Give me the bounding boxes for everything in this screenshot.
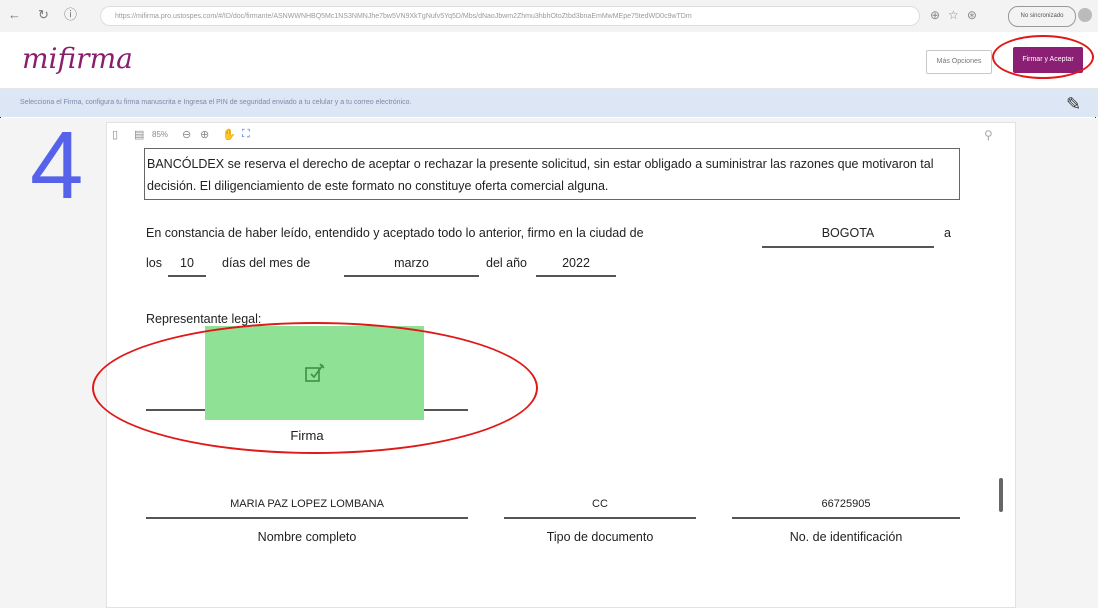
more-options-button[interactable]: Más Opciones bbox=[926, 50, 992, 74]
instructions-bar: Selecciona el Firma, configura tu firma … bbox=[0, 89, 1098, 117]
pen-icon[interactable]: ✎ bbox=[1066, 94, 1081, 115]
zoom-level[interactable]: 85% bbox=[152, 130, 168, 139]
hand-tool-icon[interactable]: ✋ bbox=[222, 128, 236, 141]
full-name-underline bbox=[146, 517, 468, 519]
month-underline bbox=[344, 275, 479, 277]
zoom-out-icon[interactable]: ⊖ bbox=[182, 128, 191, 141]
dias-text: días del mes de bbox=[222, 256, 311, 270]
year-value: 2022 bbox=[562, 256, 590, 270]
rep-legal-label: Representante legal: bbox=[146, 312, 262, 326]
day-value: 10 bbox=[180, 256, 194, 270]
browser-toolbar: ← ↻ ⓘ https://mifirma.pro.ustospes.com/#… bbox=[0, 0, 1098, 33]
doc-type-underline bbox=[504, 517, 696, 519]
a-word: a bbox=[944, 226, 951, 240]
doc-type-value: CC bbox=[592, 498, 608, 510]
month-value: marzo bbox=[394, 256, 429, 270]
constancia-text: En constancia de haber leído, entendido … bbox=[146, 226, 644, 240]
id-number-underline bbox=[732, 517, 960, 519]
doc-type-label: Tipo de documento bbox=[546, 530, 654, 544]
back-icon[interactable]: ← bbox=[8, 8, 21, 22]
notice-text: BANCÓLDEX se reserva el derecho de acept… bbox=[144, 148, 960, 200]
menu-icon[interactable] bbox=[1078, 8, 1092, 22]
profile-button[interactable]: No sincronizado bbox=[1008, 6, 1076, 27]
zoom-in-icon[interactable]: ⊕ bbox=[200, 128, 209, 141]
id-number-value: 66725905 bbox=[821, 498, 871, 510]
step-number: 4 bbox=[30, 112, 84, 219]
year-underline bbox=[536, 275, 616, 277]
highlight-ellipse-signature bbox=[92, 322, 538, 454]
del-anio-text: del año bbox=[486, 256, 528, 270]
mifirma-logo: mifirma bbox=[22, 42, 133, 75]
los-word: los bbox=[146, 256, 162, 270]
browser-extension-icons[interactable]: ⊕☆⊛ bbox=[930, 8, 985, 22]
app-header: mifirma Más Opciones Firmar y Aceptar bbox=[0, 32, 1098, 89]
city-underline bbox=[762, 246, 934, 248]
full-name-label: Nombre completo bbox=[257, 530, 357, 544]
search-icon[interactable]: ⚲ bbox=[984, 128, 993, 142]
address-bar[interactable]: https://mifirma.pro.ustospes.com/#/ID/do… bbox=[100, 6, 920, 26]
id-number-label: No. de identificación bbox=[789, 530, 903, 544]
info-icon[interactable]: ⓘ bbox=[64, 8, 77, 22]
city-value: BOGOTA bbox=[821, 226, 875, 240]
sidebar-toggle-icon[interactable]: ▯ bbox=[112, 128, 118, 141]
scrollbar-thumb[interactable] bbox=[999, 478, 1003, 512]
reload-icon[interactable]: ↻ bbox=[38, 8, 49, 22]
day-underline bbox=[168, 275, 206, 277]
highlight-ellipse-sign-button bbox=[992, 35, 1094, 79]
page-icon[interactable]: ▤ bbox=[134, 128, 144, 141]
select-tool-icon[interactable]: ⛶ bbox=[242, 128, 250, 141]
full-name-value: MARIA PAZ LOPEZ LOMBANA bbox=[230, 498, 384, 510]
